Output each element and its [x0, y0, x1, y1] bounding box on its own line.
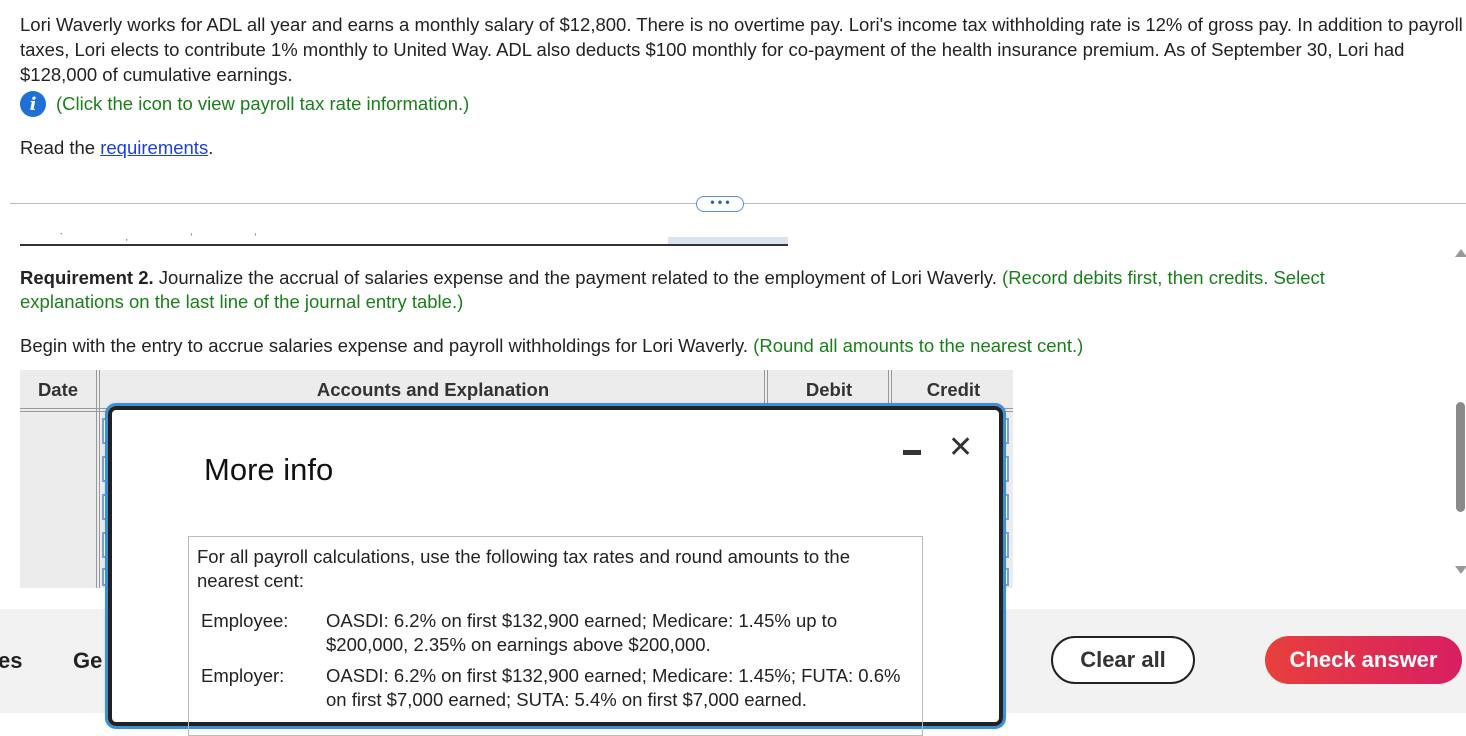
read-suffix: . — [208, 137, 214, 158]
begin-note: (Round all amounts to the nearest cent.) — [753, 335, 1084, 356]
clipped-shade — [668, 237, 788, 244]
requirement-2-text: Journalize the accrual of salaries expen… — [153, 267, 1003, 288]
modal-title: More info — [204, 452, 334, 487]
read-prefix: Read the — [20, 137, 101, 158]
read-requirements-line: Read the requirements. — [20, 137, 213, 159]
employee-rates: OASDI: 6.2% on first $132,900 earned; Me… — [326, 610, 838, 655]
info-icon[interactable]: i — [20, 91, 46, 117]
clipped-text-remnant: ` , ' ' — [60, 232, 287, 242]
footer-partial-button[interactable]: Ge — [73, 648, 102, 674]
expand-ellipsis-button[interactable]: • • • — [696, 196, 744, 212]
payroll-info-line: i (Click the icon to view payroll tax ra… — [20, 91, 469, 117]
column-separator — [96, 370, 100, 588]
requirement-2-label: Requirement 2. — [20, 267, 154, 288]
check-answer-button[interactable]: Check answer — [1265, 636, 1462, 684]
clear-all-button[interactable]: Clear all — [1051, 636, 1195, 684]
requirement-2-instructions: Requirement 2. Journalize the accrual of… — [20, 266, 1420, 314]
employee-label: Employee: — [201, 610, 289, 631]
begin-text: Begin with the entry to accrue salaries … — [20, 335, 754, 356]
scroll-down-arrow[interactable] — [1455, 566, 1466, 574]
credit-input-edge[interactable] — [1003, 532, 1009, 558]
requirements-link[interactable]: requirements — [100, 137, 208, 158]
credit-input-edge[interactable] — [1003, 568, 1009, 586]
credit-input-edge[interactable] — [1003, 494, 1009, 520]
begin-instructions: Begin with the entry to accrue salaries … — [20, 334, 1083, 358]
footer-partial-button[interactable]: es — [0, 648, 22, 674]
scrollbar-thumb[interactable] — [1456, 402, 1465, 512]
credit-column-header: Credit — [926, 379, 981, 400]
scroll-up-arrow[interactable] — [1455, 249, 1466, 257]
tax-rate-intro: For all payroll calculations, use the fo… — [197, 546, 851, 591]
employer-rates: OASDI: 6.2% on first $132,900 earned; Me… — [326, 665, 901, 710]
accounts-column-header: Accounts and Explanation — [316, 379, 550, 400]
minimize-icon[interactable] — [903, 450, 921, 455]
close-icon[interactable]: ✕ — [948, 430, 973, 465]
debit-column-header: Debit — [805, 379, 853, 400]
payroll-info-link-text[interactable]: (Click the icon to view payroll tax rate… — [56, 93, 469, 115]
problem-statement: Lori Waverly works for ADL all year and … — [20, 14, 1463, 85]
clipped-rule — [20, 244, 788, 246]
date-column-header: Date — [37, 379, 79, 400]
credit-input-edge[interactable] — [1003, 456, 1009, 482]
employer-label: Employer: — [201, 665, 285, 686]
credit-input-edge[interactable] — [1003, 418, 1009, 444]
